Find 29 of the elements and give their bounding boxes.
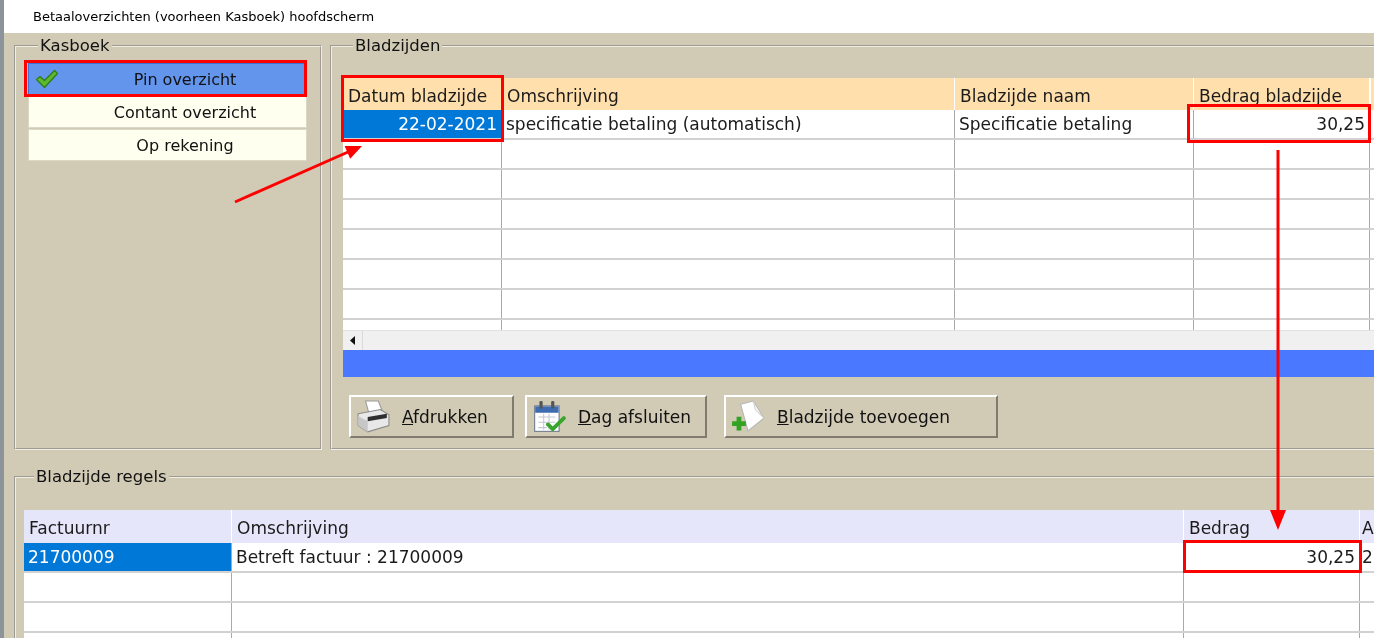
checkmark-icon	[35, 69, 59, 89]
horizontal-scrollbar[interactable]	[343, 330, 1374, 350]
window-title: Betaaloverzichten (voorheen Kasboek) hoofdscherm	[33, 9, 375, 24]
table-cell[interactable]: 21700009	[24, 543, 232, 571]
print-button[interactable]: Afdrukken	[349, 395, 514, 438]
table-cell[interactable]: Betreft factuur : 21700009	[232, 543, 1184, 571]
add-page-icon	[731, 399, 765, 434]
list-item[interactable]: Op rekening	[28, 129, 307, 161]
printer-icon	[356, 399, 390, 434]
group-title: Bladzijde regels	[35, 467, 168, 487]
column-header: Omschrijving	[232, 510, 1184, 543]
close-day-button[interactable]: Dag afsluiten	[525, 395, 707, 438]
list-item[interactable]: Contant overzicht	[28, 96, 307, 128]
list-item[interactable]: Pin overzicht	[28, 63, 307, 95]
column-header: Omschrijving	[502, 78, 955, 110]
group-title: Kasboek	[39, 36, 111, 56]
left-arrow-icon	[350, 336, 355, 345]
table-cell[interactable]: 2	[1360, 543, 1374, 571]
add-page-button[interactable]: Bladzijde toevoegen	[724, 395, 998, 438]
calendar-check-icon	[532, 399, 566, 434]
table-cell[interactable]: 22-02-2021	[343, 110, 502, 138]
column-header: Bedrag bladzijde	[1194, 78, 1370, 110]
table-cell[interactable]: 30,25	[1184, 543, 1360, 571]
table-cell[interactable]: 30,25	[1194, 110, 1370, 138]
column-header: A	[1360, 510, 1374, 543]
table-cell[interactable]: Specificatie betaling	[955, 110, 1194, 138]
group-title: Bladzijden	[354, 36, 442, 56]
table-cell[interactable]: specificatie betaling (automatisch)	[502, 110, 955, 138]
column-header: Bladzijde naam	[955, 78, 1194, 110]
